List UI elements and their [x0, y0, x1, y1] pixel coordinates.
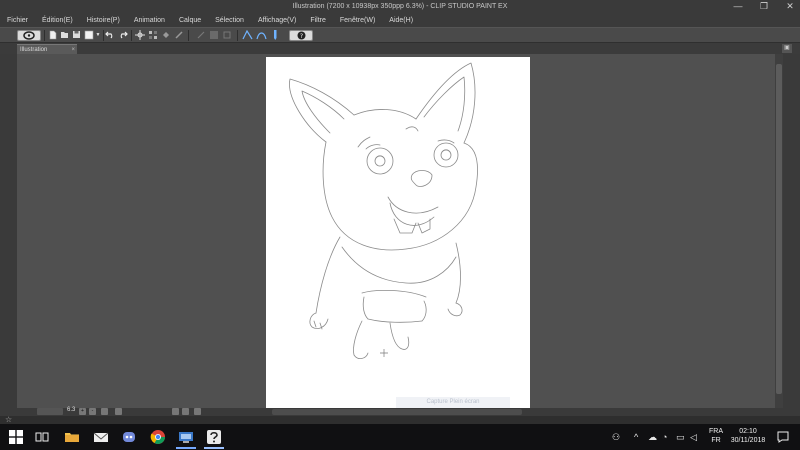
- tab-illustration[interactable]: Illustration ×: [17, 44, 77, 54]
- menu-bar: Fichier Édition(E) Histoire(P) Animation…: [0, 14, 800, 27]
- help-icon: ?: [297, 31, 305, 40]
- discord-icon[interactable]: [121, 429, 137, 445]
- character-sketch: [289, 62, 478, 359]
- bottom-dock: ☆: [0, 415, 800, 424]
- file-explorer-icon[interactable]: [64, 429, 80, 445]
- fill-icon[interactable]: [161, 30, 171, 41]
- cloud-icon[interactable]: ☁: [648, 431, 657, 443]
- open-file-icon[interactable]: [60, 30, 69, 41]
- chrome-icon[interactable]: [150, 429, 166, 445]
- redo-icon[interactable]: [117, 30, 128, 41]
- color-square-icon[interactable]: [84, 30, 94, 41]
- active-task-indicator: [176, 447, 196, 449]
- battery-icon[interactable]: ▭: [676, 431, 685, 443]
- selection-grid-icon[interactable]: [148, 30, 158, 41]
- zoom-out-icon[interactable]: -: [89, 408, 96, 415]
- document-tab-strip: Illustration × ▣: [0, 43, 800, 54]
- menu-affichage[interactable]: Affichage(V): [258, 14, 296, 27]
- network-app-icon[interactable]: [178, 429, 194, 445]
- menu-filtre[interactable]: Filtre: [310, 14, 326, 27]
- menu-fenetre[interactable]: Fenêtre(W): [340, 14, 375, 27]
- minimize-button[interactable]: —: [732, 1, 744, 12]
- clock-time[interactable]: 02:10: [728, 428, 768, 436]
- transform-icon[interactable]: [135, 30, 145, 41]
- people-icon[interactable]: ⚇: [612, 431, 620, 443]
- maximize-button[interactable]: ❐: [758, 1, 770, 12]
- wifi-icon[interactable]: ◔: [662, 431, 667, 443]
- windows-start-icon[interactable]: [9, 430, 23, 444]
- flip-horizontal-icon[interactable]: [172, 408, 179, 415]
- canvas-status-bar: 6.3 + -: [17, 407, 783, 416]
- active-task-indicator-csp: [204, 447, 224, 449]
- menu-edition[interactable]: Édition(E): [42, 14, 73, 27]
- menu-animation[interactable]: Animation: [134, 14, 165, 27]
- svg-text:?: ?: [299, 33, 302, 40]
- clip-studio-taskbar-icon[interactable]: [206, 429, 222, 445]
- vector-line-icon[interactable]: [242, 29, 253, 41]
- save-icon[interactable]: [72, 30, 81, 41]
- menu-fichier[interactable]: Fichier: [7, 14, 28, 27]
- clear-icon[interactable]: [174, 30, 184, 41]
- help-button[interactable]: ?: [289, 30, 313, 41]
- window-controls: — ❐ ✕: [732, 1, 796, 12]
- vertical-scrollbar[interactable]: [775, 54, 783, 408]
- screen-capture-overlay: Capture Plein écran: [396, 397, 510, 408]
- close-button[interactable]: ✕: [784, 1, 796, 12]
- undo-icon[interactable]: [104, 30, 115, 41]
- navigator-slider[interactable]: [37, 408, 63, 415]
- tab-label: Illustration: [20, 47, 48, 53]
- invert-selection-icon[interactable]: [209, 30, 219, 41]
- title-bar: Illustration (7200 x 10938px 350ppp 6.3%…: [0, 0, 800, 14]
- mail-icon[interactable]: [93, 429, 109, 445]
- fit-view-icon[interactable]: [101, 408, 108, 415]
- chevron-up-icon[interactable]: ^: [634, 431, 638, 443]
- canvas-area[interactable]: [17, 54, 775, 408]
- window-title: Illustration (7200 x 10938px 350ppp 6.3%…: [292, 3, 508, 10]
- palette-toggle-icon[interactable]: ▣: [782, 44, 792, 53]
- taskbar: ⚇ ^ ☁ ◔ ▭ ◁ FRA FR 02:10 30/11/2018: [0, 424, 800, 450]
- ruler-snap-icon[interactable]: [256, 30, 267, 41]
- left-dock: [0, 54, 17, 416]
- pen-pressure-icon[interactable]: [270, 30, 280, 41]
- menu-selection[interactable]: Sélection: [215, 14, 244, 27]
- volume-icon[interactable]: ◁: [690, 431, 697, 443]
- menu-calque[interactable]: Calque: [179, 14, 201, 27]
- command-bar: ▼ ?: [0, 27, 800, 43]
- chevron-down-icon[interactable]: ▼: [95, 30, 101, 41]
- menu-histoire[interactable]: Histoire(P): [87, 14, 120, 27]
- zoom-level[interactable]: 6.3: [67, 407, 75, 413]
- new-file-icon[interactable]: [48, 30, 57, 41]
- keyboard-layout[interactable]: FR: [706, 437, 726, 445]
- favorite-star-icon[interactable]: ☆: [5, 415, 12, 424]
- vertical-scrollbar-thumb[interactable]: [776, 64, 782, 394]
- canvas-paper[interactable]: [266, 57, 530, 408]
- notification-icon[interactable]: [776, 430, 790, 444]
- flip-vertical-icon[interactable]: [182, 408, 189, 415]
- rotate-left-icon[interactable]: [115, 408, 122, 415]
- clip-studio-icon: [23, 31, 35, 40]
- clock-date[interactable]: 30/11/2018: [728, 437, 768, 445]
- deselect-icon[interactable]: [196, 30, 206, 41]
- right-dock: [783, 54, 800, 416]
- horizontal-scrollbar-thumb[interactable]: [272, 409, 522, 415]
- reset-view-icon[interactable]: [194, 408, 201, 415]
- zoom-in-icon[interactable]: +: [79, 408, 86, 415]
- menu-aide[interactable]: Aide(H): [389, 14, 413, 27]
- task-view-icon[interactable]: [34, 429, 50, 445]
- input-language[interactable]: FRA: [706, 428, 726, 436]
- clip-studio-button[interactable]: [17, 30, 41, 41]
- crop-icon[interactable]: [222, 30, 232, 41]
